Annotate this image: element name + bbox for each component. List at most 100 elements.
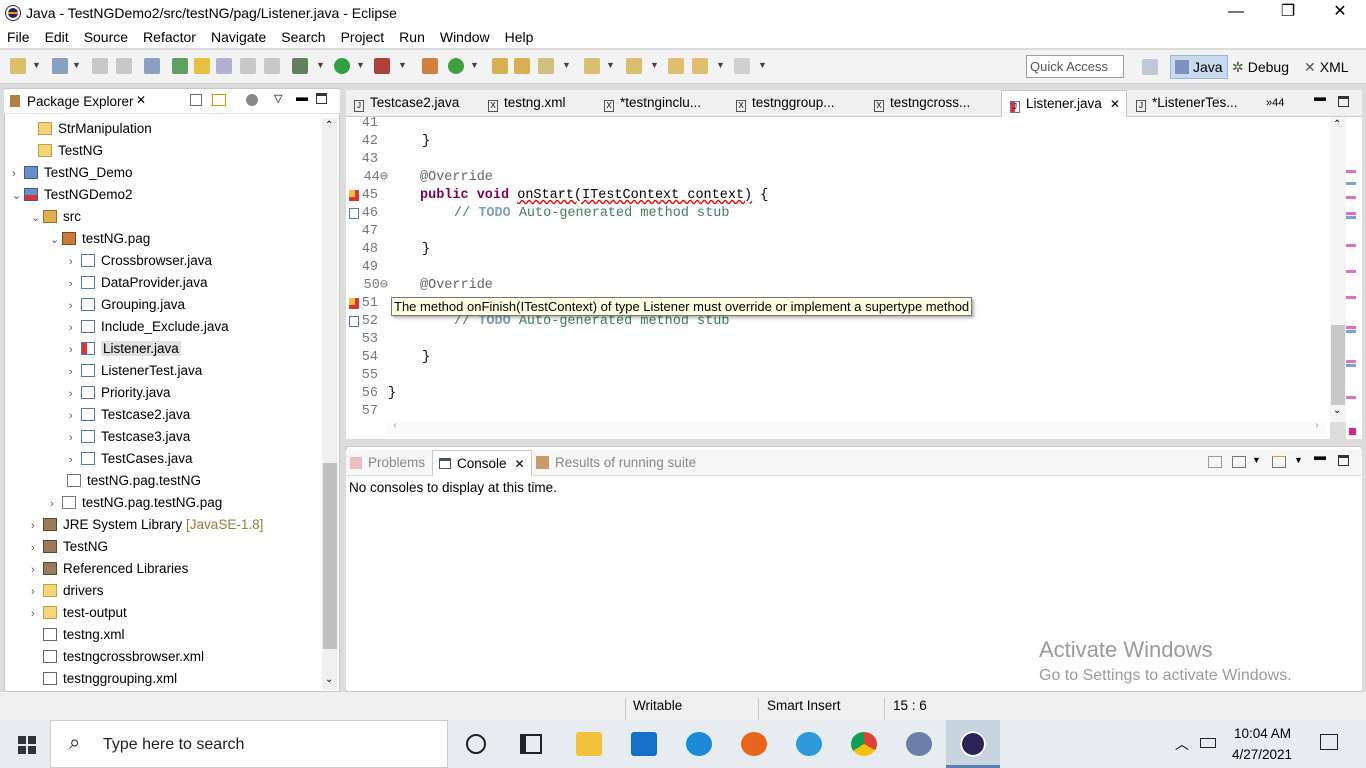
expand-icon[interactable]: › bbox=[31, 559, 43, 581]
tab-testcase2[interactable]: J Testcase2.java bbox=[346, 90, 459, 117]
maximize-editor-icon[interactable] bbox=[1338, 96, 1349, 107]
tab-problems[interactable]: Problems bbox=[350, 450, 425, 476]
expand-icon[interactable]: › bbox=[69, 339, 81, 361]
tree-item-testcase3[interactable]: › Testcase3.java bbox=[69, 426, 190, 448]
menu-edit[interactable]: Edit bbox=[45, 29, 69, 45]
perspective-java[interactable]: Java bbox=[1170, 55, 1228, 79]
mail-icon[interactable] bbox=[631, 732, 657, 756]
tab-results-running-suite[interactable]: Results of running suite bbox=[536, 450, 696, 476]
expand-icon[interactable]: › bbox=[69, 295, 81, 317]
menu-file[interactable]: File bbox=[7, 29, 30, 45]
expand-icon[interactable]: › bbox=[31, 537, 43, 559]
expand-icon[interactable]: › bbox=[31, 603, 43, 625]
tree-item-test-output[interactable]: › test-output bbox=[31, 602, 127, 624]
task-view-icon[interactable] bbox=[520, 734, 542, 754]
save-all-icon[interactable] bbox=[116, 58, 132, 74]
maximize-view-icon[interactable] bbox=[1338, 455, 1349, 466]
tree-item-drivers[interactable]: › drivers bbox=[31, 580, 104, 602]
scroll-up-icon[interactable]: ⌃ bbox=[1333, 119, 1341, 130]
tree-item-testng-demo[interactable]: › TestNG_Demo bbox=[12, 162, 133, 184]
overview-marker[interactable] bbox=[1346, 196, 1356, 199]
horizontal-scrollbar[interactable]: ‹ › bbox=[386, 421, 1326, 437]
scroll-left-icon[interactable]: ‹ bbox=[392, 421, 398, 432]
search-icon[interactable] bbox=[538, 58, 554, 74]
pin-console-icon[interactable] bbox=[1208, 456, 1222, 468]
tab-testng-xml[interactable]: Xtestng.xml bbox=[480, 90, 566, 117]
expand-icon[interactable]: › bbox=[69, 273, 81, 295]
cortana-icon[interactable] bbox=[466, 734, 486, 754]
collapse-icon[interactable]: ⌄ bbox=[12, 185, 24, 207]
new-project-icon[interactable] bbox=[52, 58, 68, 74]
overview-marker[interactable] bbox=[1346, 216, 1356, 219]
chevron-down-icon[interactable]: ▼ bbox=[562, 60, 571, 70]
open-perspective-icon[interactable] bbox=[1142, 59, 1158, 75]
new-class-icon[interactable] bbox=[448, 58, 464, 74]
chevron-down-icon[interactable]: ▼ bbox=[316, 60, 325, 70]
expand-icon[interactable]: › bbox=[69, 317, 81, 339]
tree-item-testcases[interactable]: › TestCases.java bbox=[69, 448, 193, 470]
debug-icon[interactable] bbox=[292, 58, 308, 74]
tab-overflow[interactable]: »44 bbox=[1258, 90, 1284, 117]
menu-help[interactable]: Help bbox=[505, 29, 534, 45]
overview-marker[interactable] bbox=[1346, 396, 1356, 399]
tab-listenertest[interactable]: J *ListenerTes... bbox=[1128, 90, 1238, 117]
toggle-mark-icon[interactable] bbox=[172, 58, 188, 74]
close-icon[interactable]: ✕ bbox=[515, 457, 525, 471]
overview-marker[interactable] bbox=[1346, 170, 1356, 173]
chevron-down-icon[interactable]: ▼ bbox=[1252, 455, 1261, 465]
task-marker-icon[interactable] bbox=[349, 316, 359, 327]
collapse-icon[interactable]: ⌄ bbox=[50, 229, 62, 251]
expand-icon[interactable]: › bbox=[31, 515, 43, 537]
expand-icon[interactable]: › bbox=[69, 449, 81, 471]
highlight-icon[interactable] bbox=[194, 58, 210, 74]
tree-item-listener[interactable]: › Listener.java bbox=[69, 338, 181, 360]
eclipse-taskbar-button[interactable] bbox=[946, 720, 1000, 768]
tree-item-jre-system-library[interactable]: › JRE System Library [JavaSE-1.8] bbox=[31, 514, 263, 536]
overview-marker[interactable] bbox=[1346, 360, 1356, 363]
code-editor[interactable]: 41 42 43 44⊖ 45 46 47 48 49 50⊖ 51 52 53… bbox=[346, 116, 1330, 439]
tree-item-crossbrowser[interactable]: › Crossbrowser.java bbox=[69, 250, 212, 272]
minimize-view-icon[interactable]: ▬ bbox=[1314, 449, 1326, 463]
minimize-view-icon[interactable]: ▬ bbox=[296, 90, 308, 104]
save-icon[interactable] bbox=[92, 58, 108, 74]
package-explorer-scrollbar[interactable]: ⌃ ⌄ bbox=[322, 118, 338, 690]
expand-icon[interactable]: › bbox=[31, 581, 43, 603]
internet-explorer-icon[interactable] bbox=[686, 732, 712, 756]
windows-start-icon[interactable] bbox=[18, 736, 36, 754]
menu-project[interactable]: Project bbox=[341, 29, 385, 45]
next-annotation-icon[interactable] bbox=[584, 58, 600, 74]
file-explorer-icon[interactable] bbox=[576, 732, 602, 756]
task-marker-icon[interactable] bbox=[349, 208, 359, 219]
overview-marker[interactable] bbox=[1346, 270, 1356, 273]
tree-item-src[interactable]: ⌄ src bbox=[31, 206, 81, 228]
tree-item-referenced-libraries[interactable]: › Referenced Libraries bbox=[31, 558, 188, 580]
prev-annotation-icon[interactable] bbox=[626, 58, 642, 74]
perspective-debug[interactable]: ✲ Debug bbox=[1228, 55, 1293, 79]
chevron-down-icon[interactable]: ▼ bbox=[356, 60, 365, 70]
skip-breakpoints-icon[interactable] bbox=[144, 58, 160, 74]
tree-item-testng-pag[interactable]: ⌄ testNG.pag bbox=[50, 228, 150, 250]
open-type-icon[interactable] bbox=[492, 58, 508, 74]
scroll-down-icon[interactable]: ⌄ bbox=[325, 674, 333, 685]
last-edit-icon[interactable] bbox=[668, 58, 684, 74]
block-select-icon[interactable] bbox=[216, 58, 232, 74]
overview-marker[interactable] bbox=[1346, 212, 1356, 215]
back-icon[interactable] bbox=[692, 58, 708, 74]
tab-testnginclude[interactable]: X *testnginclu... bbox=[596, 90, 701, 117]
menu-window[interactable]: Window bbox=[440, 29, 490, 45]
chevron-down-icon[interactable]: ▼ bbox=[1294, 455, 1303, 465]
tree-item-testng-pag-testng[interactable]: testNG.pag.testNG bbox=[55, 470, 201, 492]
chevron-down-icon[interactable]: ▼ bbox=[72, 60, 81, 70]
tree-item-testng-pag-testng-pag[interactable]: › testNG.pag.testNG.pag bbox=[50, 492, 222, 514]
expand-icon[interactable]: › bbox=[69, 251, 81, 273]
filter-icon[interactable] bbox=[246, 94, 258, 106]
tab-testngcross[interactable]: Xtestngcross... bbox=[866, 90, 970, 117]
new-package-icon[interactable] bbox=[422, 58, 438, 74]
minimize-editor-icon[interactable]: ▬ bbox=[1314, 90, 1326, 104]
tree-item-strmanipulation[interactable]: StrManipulation bbox=[26, 118, 152, 140]
menu-navigate[interactable]: Navigate bbox=[211, 29, 266, 45]
overview-marker[interactable] bbox=[1346, 330, 1356, 333]
tree-item-include-exclude[interactable]: › Include_Exclude.java bbox=[69, 316, 229, 338]
tree-item-testngcrossbrowser-xml[interactable]: testngcrossbrowser.xml bbox=[43, 646, 204, 668]
tree-item-testcase2[interactable]: › Testcase2.java bbox=[69, 404, 190, 426]
